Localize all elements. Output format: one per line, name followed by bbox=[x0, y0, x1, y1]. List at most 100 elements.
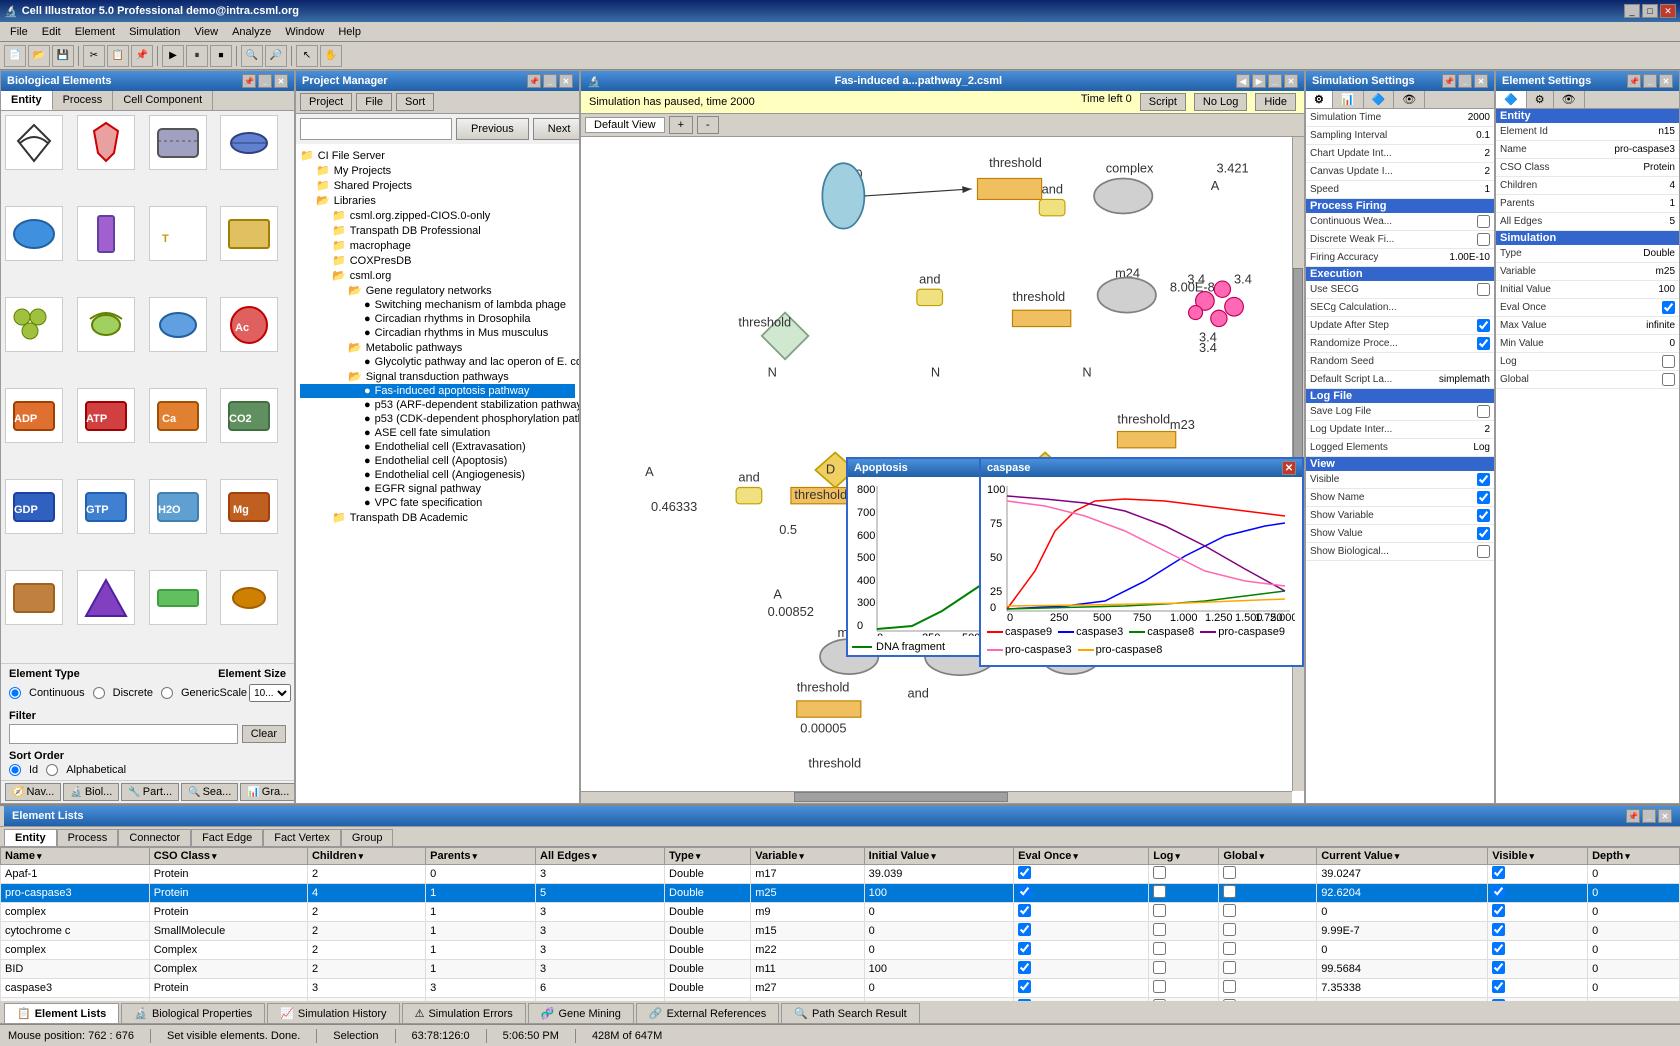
tree-endo-extra[interactable]: ● Endothelial cell (Extravasation) bbox=[300, 440, 575, 454]
close-button[interactable]: ✕ bbox=[1660, 4, 1676, 18]
el-close-button[interactable]: ✕ bbox=[1658, 809, 1672, 823]
table-row[interactable]: caspase3Protein336Doublem2707.353380 bbox=[1, 979, 1680, 998]
menu-element[interactable]: Element bbox=[69, 24, 121, 40]
col-children[interactable]: Children bbox=[307, 848, 425, 865]
bio-item-22[interactable] bbox=[149, 570, 207, 625]
sim-tab-sim[interactable]: ⚙ bbox=[1306, 91, 1333, 108]
check-show-name[interactable] bbox=[1477, 491, 1490, 504]
bio-item-20[interactable] bbox=[5, 570, 63, 625]
bottom-tab-gene-mining[interactable]: 🧬 Gene Mining bbox=[528, 1003, 634, 1023]
pause-button[interactable]: ⏸ bbox=[186, 45, 208, 67]
tree-fas-induced[interactable]: ● Fas-induced apoptosis pathway bbox=[300, 384, 575, 398]
bio-item-14[interactable]: Ca bbox=[149, 388, 207, 443]
canvas-min-button[interactable]: _ bbox=[1268, 74, 1282, 88]
bio-item-2[interactable] bbox=[149, 115, 207, 170]
menu-view[interactable]: View bbox=[188, 24, 224, 40]
bio-item-3[interactable] bbox=[220, 115, 278, 170]
menu-file[interactable]: File bbox=[4, 24, 34, 40]
tree-ase[interactable]: ● ASE cell fate simulation bbox=[300, 426, 575, 440]
sim-settings-min[interactable]: _ bbox=[1458, 74, 1472, 88]
radio-discrete[interactable] bbox=[93, 687, 105, 699]
radio-sort-alpha[interactable] bbox=[46, 764, 58, 776]
sim-settings-pin[interactable]: 📌 bbox=[1442, 74, 1456, 88]
cut-button[interactable]: ✂ bbox=[83, 45, 105, 67]
elem-pin-button[interactable]: 📌 bbox=[1627, 74, 1641, 88]
elem-min-button[interactable]: _ bbox=[1643, 74, 1657, 88]
el-tab-fact-edge[interactable]: Fact Edge bbox=[191, 829, 263, 846]
caspase-chart-close[interactable]: ✕ bbox=[1282, 461, 1296, 475]
bio-item-13[interactable]: ATP bbox=[77, 388, 135, 443]
col-parents[interactable]: Parents bbox=[426, 848, 536, 865]
check-show-variable[interactable] bbox=[1477, 509, 1490, 522]
col-initial-value[interactable]: Initial Value bbox=[864, 848, 1013, 865]
nav-tab-0[interactable]: 🧭 Nav... bbox=[5, 783, 61, 801]
bio-pin-button[interactable]: 📌 bbox=[242, 74, 256, 88]
tree-lambda-phage[interactable]: ● Switching mechanism of lambda phage bbox=[300, 298, 575, 312]
pm-pin-button[interactable]: 📌 bbox=[527, 74, 541, 88]
nav-tab-1[interactable]: 🔬 Biol... bbox=[63, 783, 119, 801]
canvas-next-button[interactable]: ▶ bbox=[1252, 74, 1266, 88]
tree-macrophage[interactable]: 📁 macrophage bbox=[300, 238, 575, 253]
bio-item-15[interactable]: CO2 bbox=[220, 388, 278, 443]
pm-close-button[interactable]: ✕ bbox=[559, 74, 573, 88]
el-tab-fact-vertex[interactable]: Fact Vertex bbox=[263, 829, 341, 846]
tree-transpath-academic[interactable]: 📁 Transpath DB Academic bbox=[300, 510, 575, 525]
menu-analyze[interactable]: Analyze bbox=[226, 24, 277, 40]
sim-tab-elem[interactable]: 🔷 bbox=[1364, 91, 1395, 108]
canvas-main[interactable]: m10 threshold and complex 3.421 A bbox=[581, 137, 1304, 803]
bio-item-12[interactable]: ADP bbox=[5, 388, 63, 443]
radio-continuous[interactable] bbox=[9, 687, 21, 699]
col-visible[interactable]: Visible bbox=[1488, 848, 1588, 865]
check-eval-once[interactable] bbox=[1662, 301, 1675, 314]
el-pin-button[interactable]: 📌 bbox=[1626, 809, 1640, 823]
tree-endo-apo[interactable]: ● Endothelial cell (Apoptosis) bbox=[300, 454, 575, 468]
table-row[interactable]: pro-caspase3Protein415Doublem2510092.620… bbox=[1, 884, 1680, 903]
copy-button[interactable]: 📋 bbox=[107, 45, 129, 67]
pm-tree-view[interactable]: 📁 CI File Server 📁 My Projects 📁 Shared … bbox=[296, 144, 579, 803]
check-global[interactable] bbox=[1662, 373, 1675, 386]
bottom-tab-path-search[interactable]: 🔍 Path Search Result bbox=[781, 1003, 919, 1023]
col-log[interactable]: Log bbox=[1149, 848, 1219, 865]
bio-min-button[interactable]: _ bbox=[258, 74, 272, 88]
tree-egfr[interactable]: ● EGFR signal pathway bbox=[300, 482, 575, 496]
tree-p53-arf[interactable]: ● p53 (ARF-dependent stabilization pathw… bbox=[300, 398, 575, 412]
bio-item-5[interactable] bbox=[77, 206, 135, 261]
script-button[interactable]: Script bbox=[1140, 93, 1186, 111]
check-randomize[interactable] bbox=[1477, 337, 1490, 350]
elem-tab-entity[interactable]: 🔷 bbox=[1496, 91, 1527, 108]
tree-coxpresdb[interactable]: 📁 COXPresDB bbox=[300, 253, 575, 268]
tree-my-projects[interactable]: 📁 My Projects bbox=[300, 163, 575, 178]
el-tab-group[interactable]: Group bbox=[341, 829, 394, 846]
elem-close-button[interactable]: ✕ bbox=[1659, 74, 1673, 88]
save-button[interactable]: 💾 bbox=[52, 45, 74, 67]
elem-tab-sim[interactable]: ⚙ bbox=[1527, 91, 1554, 108]
menu-window[interactable]: Window bbox=[279, 24, 330, 40]
nav-tab-3[interactable]: 🔍 Sea... bbox=[181, 783, 238, 801]
table-row[interactable]: Apaf-1Protein203Doublem1739.03939.02470 bbox=[1, 865, 1680, 884]
col-variable[interactable]: Variable bbox=[751, 848, 864, 865]
canvas-prev-button[interactable]: ◀ bbox=[1236, 74, 1250, 88]
filter-input[interactable] bbox=[9, 724, 238, 744]
canvas-zoom-in[interactable]: + bbox=[669, 116, 693, 134]
bio-item-1[interactable] bbox=[77, 115, 135, 170]
h-scrollbar-thumb[interactable] bbox=[794, 792, 1007, 802]
bottom-tab-sim-errors[interactable]: ⚠ Simulation Errors bbox=[402, 1003, 526, 1023]
table-row[interactable]: complexComplex213Doublem22000 bbox=[1, 941, 1680, 960]
col-type[interactable]: Type bbox=[665, 848, 751, 865]
col-depth[interactable]: Depth bbox=[1588, 848, 1680, 865]
pm-tab-file[interactable]: File bbox=[356, 93, 392, 111]
el-tab-connector[interactable]: Connector bbox=[118, 829, 191, 846]
data-table-container[interactable]: Name CSO Class Children Parents All Edge… bbox=[0, 847, 1680, 1001]
tree-signal-trans[interactable]: 📂 Signal transduction pathways bbox=[300, 369, 575, 384]
zoom-in-button[interactable]: 🔍 bbox=[241, 45, 263, 67]
check-update-after[interactable] bbox=[1477, 319, 1490, 332]
el-tab-entity[interactable]: Entity bbox=[4, 829, 57, 846]
tree-metabolic[interactable]: 📂 Metabolic pathways bbox=[300, 340, 575, 355]
check-disc-weak[interactable] bbox=[1477, 233, 1490, 246]
check-cont-weak[interactable] bbox=[1477, 215, 1490, 228]
sim-tab-view[interactable]: 👁 bbox=[1394, 91, 1425, 108]
pm-min-button[interactable]: _ bbox=[543, 74, 557, 88]
table-row[interactable]: cytochrome cSmallMolecule213Doublem1509.… bbox=[1, 922, 1680, 941]
check-log[interactable] bbox=[1662, 355, 1675, 368]
bio-item-11[interactable]: Ac bbox=[220, 297, 278, 352]
